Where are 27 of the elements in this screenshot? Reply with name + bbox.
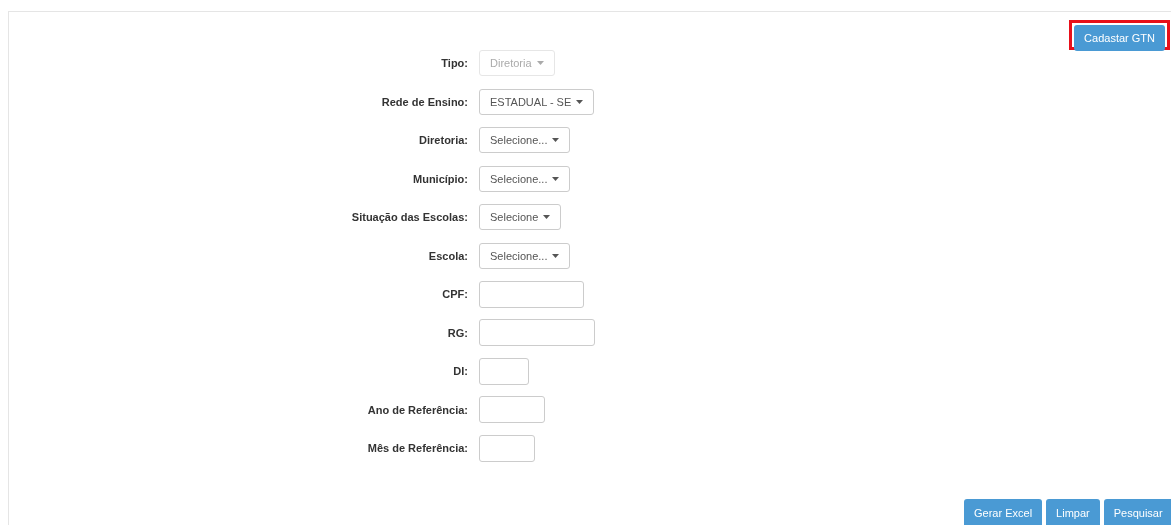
dropdown-button[interactable]: ESTADUAL - SE <box>479 88 595 115</box>
field-label: CPF: <box>442 287 468 302</box>
caret-icon <box>576 99 584 104</box>
text-input[interactable] <box>479 434 535 462</box>
caret-icon <box>552 176 560 181</box>
field-label: Situação das Escolas: <box>351 210 468 225</box>
field-label: Escola: <box>428 248 468 264</box>
text-input[interactable] <box>479 357 529 385</box>
field-label: Ano de Referência: <box>367 402 468 418</box>
text-input[interactable] <box>479 280 584 308</box>
field-label: Município: <box>413 171 468 187</box>
caret-icon <box>536 61 544 66</box>
dropdown-button[interactable]: Selecione... <box>479 127 571 154</box>
field-label: Rede de Ensino: <box>381 94 468 110</box>
field-label: DI: <box>453 364 468 379</box>
caret-icon <box>552 138 560 143</box>
field-label: Diretoria: <box>419 133 468 148</box>
dropdown-button[interactable]: Selecione... <box>479 242 571 269</box>
caret-icon <box>543 215 551 220</box>
field-label: Tipo: <box>441 56 468 71</box>
text-input[interactable] <box>479 396 545 424</box>
text-input[interactable] <box>479 319 595 347</box>
caret-icon <box>552 253 560 258</box>
field-label: RG: <box>447 325 468 341</box>
dropdown-button[interactable]: Selecione <box>479 204 562 231</box>
field-label: Mês de Referência: <box>367 441 468 456</box>
dropdown-button[interactable]: Selecione... <box>479 165 571 192</box>
